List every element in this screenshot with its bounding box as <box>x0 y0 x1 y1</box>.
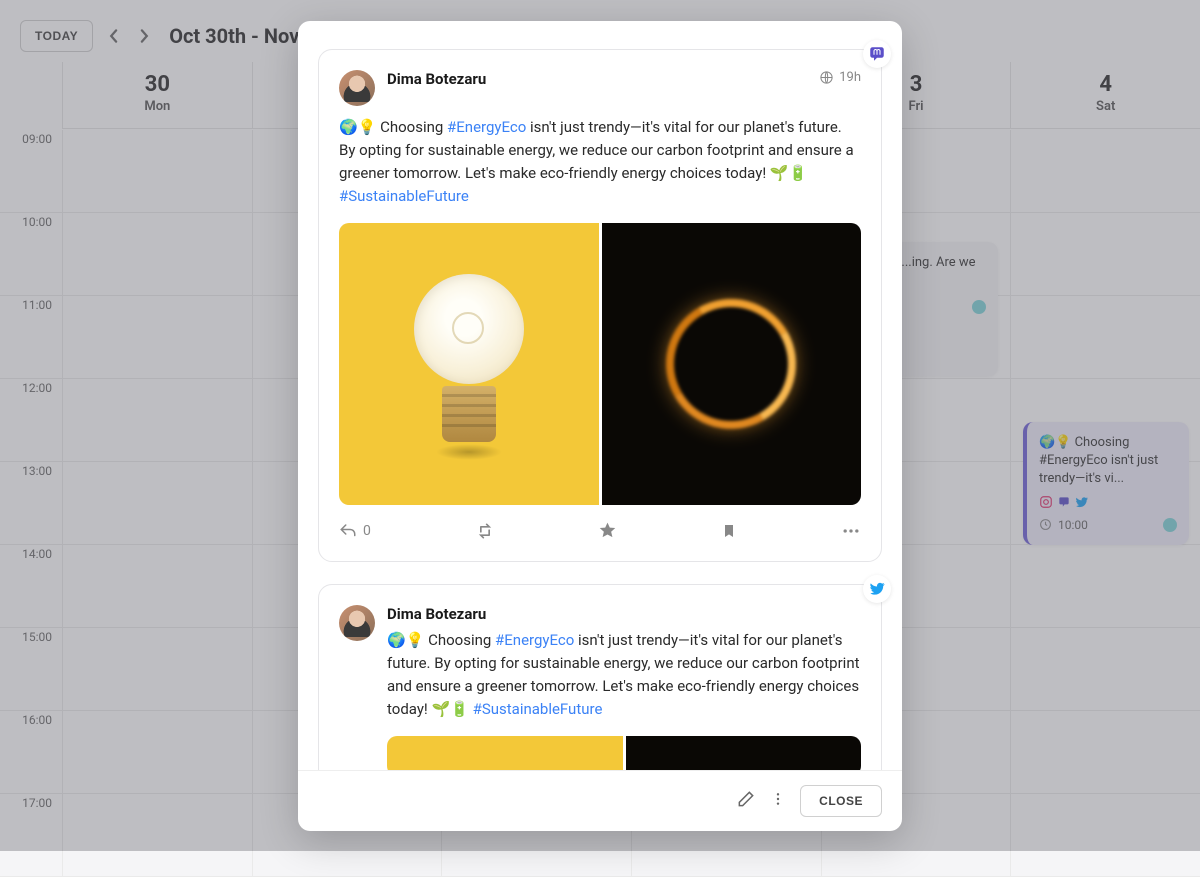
post-image-bulb <box>387 736 623 770</box>
post-text: 🌍💡 Choosing #EnergyEco isn't just trendy… <box>387 629 861 722</box>
reply-icon <box>339 522 357 540</box>
hashtag[interactable]: #EnergyEco <box>447 118 526 136</box>
avatar <box>339 70 375 106</box>
post-images[interactable] <box>339 223 861 505</box>
post-card-twitter: Dima Botezaru 🌍💡 Choosing #EnergyEco isn… <box>318 584 882 770</box>
twitter-badge <box>863 575 891 603</box>
edit-icon <box>736 789 756 809</box>
avatar <box>339 605 375 641</box>
post-image-ring <box>626 736 862 770</box>
post-image-ring <box>602 223 862 505</box>
post-author: Dima Botezaru <box>387 70 486 88</box>
close-button[interactable]: CLOSE <box>800 785 882 817</box>
globe-icon <box>819 70 834 85</box>
modal-overlay[interactable]: Dima Botezaru 19h 🌍💡 Choosing #EnergyEco… <box>0 0 1200 851</box>
bookmark-icon <box>721 522 737 540</box>
more-icon <box>841 521 861 541</box>
reply-button[interactable]: 0 <box>339 522 371 540</box>
more-button[interactable] <box>841 521 861 541</box>
hashtag[interactable]: #SustainableFuture <box>339 187 469 205</box>
mastodon-icon <box>868 45 886 63</box>
more-vertical-icon <box>770 789 786 809</box>
more-options-button[interactable] <box>770 789 786 813</box>
boost-button[interactable] <box>475 521 495 541</box>
post-card-mastodon: Dima Botezaru 19h 🌍💡 Choosing #EnergyEco… <box>318 49 882 562</box>
post-author: Dima Botezaru <box>387 605 861 623</box>
bookmark-button[interactable] <box>721 522 737 540</box>
star-icon <box>598 521 617 540</box>
post-detail-modal: Dima Botezaru 19h 🌍💡 Choosing #EnergyEco… <box>298 21 902 831</box>
edit-button[interactable] <box>736 789 756 813</box>
hashtag[interactable]: #SustainableFuture <box>473 700 603 718</box>
post-text: 🌍💡 Choosing #EnergyEco isn't just trendy… <box>339 116 861 209</box>
twitter-icon <box>869 580 886 597</box>
hashtag[interactable]: #EnergyEco <box>495 631 574 649</box>
reply-count: 0 <box>363 523 371 539</box>
post-image-bulb <box>339 223 599 505</box>
post-timestamp: 19h <box>839 70 861 85</box>
post-images[interactable] <box>387 736 861 770</box>
mastodon-badge <box>863 40 891 68</box>
favorite-button[interactable] <box>598 521 617 540</box>
boost-icon <box>475 521 495 541</box>
modal-footer: CLOSE <box>298 770 902 831</box>
